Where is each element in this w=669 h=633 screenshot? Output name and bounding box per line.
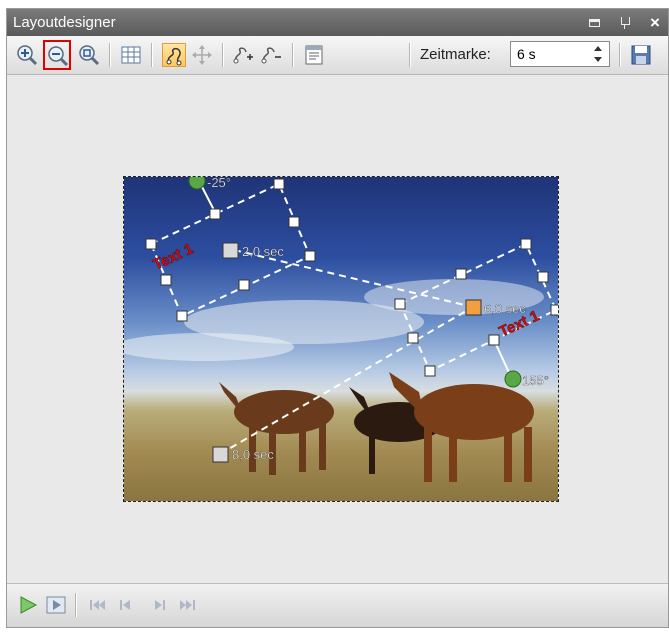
skip-prev-icon: [120, 600, 130, 610]
close-icon[interactable]: ×: [648, 14, 662, 31]
toolbar: Zeitmarke: 6 s: [7, 36, 668, 75]
playback-bar: [7, 583, 668, 627]
add-keyframe-icon: [233, 47, 253, 64]
properties-icon: [305, 45, 323, 65]
preview-icon: [46, 596, 66, 614]
move-button[interactable]: [190, 43, 214, 67]
pin-icon[interactable]: [618, 16, 632, 30]
zoom-in-button[interactable]: [15, 43, 39, 67]
remove-keyframe-icon: [261, 47, 281, 64]
skip-first-icon: [90, 600, 105, 610]
keyframe-label-6s: 6,0 sec: [484, 301, 526, 316]
save-button[interactable]: [629, 43, 653, 67]
window-title: Layoutdesigner: [13, 14, 116, 31]
remove-keyframe-button[interactable]: [260, 43, 284, 67]
keyframe-label-2s: 2,0 sec: [242, 244, 284, 259]
zeitmarke-label: Zeitmarke:: [420, 46, 491, 63]
add-keyframe-button[interactable]: [232, 43, 256, 67]
zoom-out-icon: [48, 46, 69, 67]
zoom-fit-icon: [79, 45, 100, 66]
minimize-icon[interactable]: [588, 16, 602, 30]
path-overlay: Text 1 Text 1 2,0 sec 6,0 sec 8,0 sec -2…: [145, 177, 558, 463]
motion-path-button[interactable]: [162, 43, 186, 67]
zeitmarke-value: 6 s: [517, 46, 536, 62]
spin-down-icon[interactable]: [594, 57, 602, 62]
grid-button[interactable]: [119, 43, 143, 67]
zoom-out-button[interactable]: [43, 40, 71, 70]
title-bar: Layoutdesigner ×: [7, 9, 668, 36]
skip-first-button[interactable]: [87, 594, 109, 616]
skip-last-button[interactable]: [177, 594, 199, 616]
save-icon: [631, 45, 651, 65]
zoom-fit-button[interactable]: [77, 43, 101, 67]
properties-button[interactable]: [302, 43, 326, 67]
skip-prev-button[interactable]: [115, 594, 137, 616]
skip-last-icon: [180, 600, 195, 610]
design-canvas[interactable]: Text 1 Text 1 2,0 sec 6,0 sec 8,0 sec -2…: [7, 75, 668, 585]
zeitmarke-field[interactable]: 6 s: [510, 41, 610, 67]
zoom-in-icon: [17, 45, 38, 66]
layoutdesigner-window: Layoutdesigner × Zeitmarke: 6 s Text 1 T…: [6, 8, 669, 628]
rotation-label-start: -25°: [207, 177, 231, 190]
grid-icon: [121, 46, 141, 64]
spin-up-icon[interactable]: [594, 46, 602, 51]
preview-stage[interactable]: Text 1 Text 1 2,0 sec 6,0 sec 8,0 sec -2…: [123, 176, 559, 502]
keyframe-label-8s: 8,0 sec: [232, 447, 274, 462]
rotation-label-end: 155°: [522, 373, 549, 388]
skip-next-button[interactable]: [149, 594, 171, 616]
text-layer-label-1: Text 1: [151, 240, 196, 273]
move-icon: [192, 45, 212, 65]
motion-path-icon: [166, 47, 182, 66]
play-button[interactable]: [17, 594, 39, 616]
zeitmarke-spinner[interactable]: [593, 45, 603, 63]
preview-button[interactable]: [45, 594, 67, 616]
play-icon: [20, 596, 38, 614]
skip-next-icon: [155, 600, 165, 610]
